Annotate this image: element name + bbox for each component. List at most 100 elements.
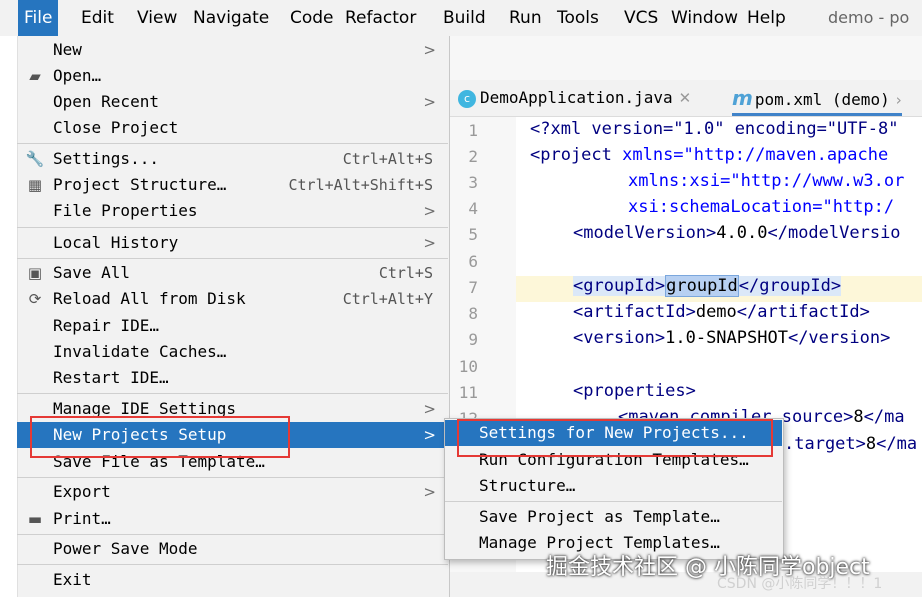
- submenu-item-structure[interactable]: Structure…: [445, 473, 782, 499]
- menu-window[interactable]: Window: [665, 0, 744, 36]
- line-number: 1: [468, 121, 478, 140]
- xml-value: demo: [695, 302, 737, 322]
- watermark-csdn: CSDN @小陈同学！！！1: [717, 576, 883, 592]
- xml-tag: <artifactId>: [573, 302, 696, 322]
- xml-tag: </groupId>: [738, 276, 842, 296]
- menu-item-label: Power Save Mode: [53, 539, 198, 558]
- code-line: <version>1.0-SNAPSHOT</version>: [573, 328, 890, 348]
- menu-item-power-save-mode[interactable]: Power Save Mode: [17, 536, 448, 562]
- close-icon[interactable]: ›: [896, 91, 902, 109]
- folder-icon: ▰: [29, 67, 41, 85]
- line-number: 7: [468, 278, 478, 297]
- menu-file[interactable]: File: [18, 0, 59, 36]
- selected-value[interactable]: groupId: [665, 275, 739, 297]
- line-number: 10: [458, 357, 478, 376]
- menu-item-close-project[interactable]: Close Project: [17, 115, 448, 141]
- xml-tag: <groupId>: [573, 276, 666, 296]
- reload-icon: ⟳: [28, 290, 42, 308]
- xml-attr: xsi:schemaLocation="http:/: [628, 197, 895, 217]
- menu-item-open-recent[interactable]: Open Recent >: [17, 89, 448, 115]
- menu-refactor[interactable]: Refactor: [339, 0, 422, 36]
- code-line: <?xml version="1.0" encoding="UTF-8": [530, 119, 898, 139]
- menu-item-save-all[interactable]: ▣ Save All Ctrl+S: [17, 260, 448, 286]
- menu-item-settings[interactable]: 🔧 Settings... Ctrl+Alt+S: [17, 146, 448, 172]
- menu-item-reload-all[interactable]: ⟳ Reload All from Disk Ctrl+Alt+Y: [17, 286, 448, 312]
- shortcut: Ctrl+S: [378, 264, 433, 282]
- project-title: demo - po: [828, 8, 910, 27]
- menu-vcs[interactable]: VCS: [618, 0, 664, 36]
- close-icon[interactable]: ✕: [679, 89, 692, 107]
- line-number: 9: [468, 330, 478, 349]
- menu-item-print[interactable]: ▬ Print…: [17, 506, 448, 532]
- menu-item-label: Save Project as Template…: [479, 507, 720, 526]
- menu-separator: [17, 258, 448, 259]
- menu-navigate[interactable]: Navigate: [187, 0, 275, 36]
- menu-item-label: New: [53, 40, 82, 59]
- chevron-right-icon: >: [423, 93, 436, 111]
- line-number: 8: [468, 304, 478, 323]
- printer-icon: ▬: [27, 510, 43, 528]
- menu-separator: [17, 564, 448, 565]
- menu-item-label: Repair IDE…: [53, 316, 159, 335]
- menu-item-invalidate-caches[interactable]: Invalidate Caches…: [17, 339, 448, 365]
- menu-help[interactable]: Help: [741, 0, 792, 36]
- xml-tag: .target>: [784, 434, 866, 454]
- shortcut: Ctrl+Alt+Shift+S: [288, 176, 434, 194]
- maven-icon: m: [732, 86, 753, 110]
- menu-view[interactable]: View: [131, 0, 183, 36]
- chevron-right-icon: >: [423, 483, 436, 501]
- tab-label: DemoApplication.java: [480, 88, 673, 107]
- menu-item-open[interactable]: ▰ Open…: [17, 63, 448, 89]
- menu-item-label: Reload All from Disk: [53, 289, 246, 308]
- menu-separator: [445, 501, 782, 502]
- menu-item-local-history[interactable]: Local History >: [17, 230, 448, 256]
- xml-tag: </artifactId>: [736, 302, 870, 322]
- menu-item-label: Export: [53, 482, 111, 501]
- code-line: <project xmlns="http://maven.apache: [530, 145, 888, 165]
- java-class-icon: c: [458, 89, 476, 108]
- menu-item-file-properties[interactable]: File Properties >: [17, 198, 448, 224]
- menu-edit[interactable]: Edit: [75, 0, 120, 36]
- wrench-icon: 🔧: [25, 150, 45, 168]
- annotation-box-settings-for-new-projects: [457, 419, 773, 457]
- tab-label: pom.xml (demo): [754, 90, 890, 109]
- menu-item-label: Close Project: [53, 118, 179, 137]
- menu-item-label: Local History: [53, 233, 179, 252]
- menu-item-export[interactable]: Export >: [17, 479, 448, 505]
- xml-value: 4.0.0: [716, 223, 768, 243]
- line-number: 6: [468, 252, 478, 271]
- project-structure-icon: ▦: [27, 176, 43, 194]
- menu-item-label: Settings...: [53, 149, 159, 168]
- xml-declaration: <?xml version="1.0" encoding="UTF-8": [530, 119, 899, 139]
- menu-item-label: Print…: [53, 509, 111, 528]
- tab-demo-application[interactable]: c DemoApplication.java ✕: [458, 80, 691, 116]
- menu-item-project-structure[interactable]: ▦ Project Structure… Ctrl+Alt+Shift+S: [17, 172, 448, 198]
- line-number: 4: [468, 199, 478, 218]
- code-line: <groupId>groupId</groupId>: [573, 275, 842, 297]
- xml-value: 1.0-SNAPSHOT: [665, 328, 788, 348]
- menu-code[interactable]: Code: [284, 0, 340, 36]
- menu-item-restart-ide[interactable]: Restart IDE…: [17, 365, 448, 391]
- line-number: 11: [458, 383, 478, 402]
- code-line: <properties>: [573, 381, 696, 401]
- menu-item-repair-ide[interactable]: Repair IDE…: [17, 313, 448, 339]
- menu-separator: [17, 143, 448, 144]
- menu-item-new[interactable]: New >: [17, 37, 448, 63]
- menu-separator: [17, 227, 448, 228]
- menu-item-exit[interactable]: Exit: [17, 567, 448, 593]
- xml-tag: <version>: [573, 328, 666, 348]
- menu-run[interactable]: Run: [503, 0, 548, 36]
- menu-build[interactable]: Build: [437, 0, 492, 36]
- xml-tag: <project: [530, 145, 612, 165]
- menu-item-label: Restart IDE…: [53, 368, 169, 387]
- menu-item-label: Structure…: [479, 476, 576, 495]
- tab-pom-xml[interactable]: m pom.xml (demo) ›: [732, 80, 902, 116]
- xml-tag: </modelVersio: [767, 223, 901, 243]
- line-number: 5: [468, 225, 478, 244]
- menu-tools[interactable]: Tools: [551, 0, 605, 36]
- line-number: 2: [468, 147, 478, 166]
- code-line: <modelVersion>4.0.0</modelVersio: [573, 223, 901, 243]
- editor-tabs: c DemoApplication.java ✕ m pom.xml (demo) ›: [448, 80, 922, 117]
- xml-tag: </ma: [876, 434, 918, 454]
- submenu-item-save-project-as-template[interactable]: Save Project as Template…: [445, 504, 782, 530]
